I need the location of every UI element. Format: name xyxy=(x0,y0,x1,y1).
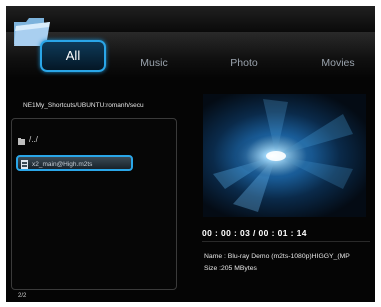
info-divider xyxy=(202,241,370,242)
folder-icon xyxy=(18,136,25,145)
tab-movies[interactable]: Movies xyxy=(312,52,364,74)
page-indicator: 2/2 xyxy=(18,293,27,299)
video-preview xyxy=(203,94,366,217)
list-item-selected-file[interactable]: x2_main@High.m2ts xyxy=(16,155,133,171)
list-item-label: /../ xyxy=(29,135,38,144)
video-file-icon xyxy=(21,160,28,170)
list-item-label: x2_main@High.m2ts xyxy=(32,161,93,168)
file-list[interactable]: /../ x2_main@High.m2ts xyxy=(11,118,177,290)
tab-all[interactable]: All xyxy=(40,40,106,72)
current-path: NE1My_Shortcuts/UBUNTU:romanh/secu xyxy=(23,102,144,109)
playback-timecode: 00 : 00 : 03 / 00 : 01 : 14 xyxy=(202,228,307,238)
tab-photo[interactable]: Photo xyxy=(218,52,270,74)
file-size-info: Size :205 MBytes xyxy=(204,265,257,272)
list-item-parent-folder[interactable]: /../ xyxy=(18,133,38,147)
media-player-screen: All Music Photo Movies NE1My_Shortcuts/U… xyxy=(6,6,375,302)
file-name-info: Name : Blu-ray Demo (m2ts-1080p)HIGGY_(M… xyxy=(204,253,350,260)
tab-music[interactable]: Music xyxy=(128,52,180,74)
light-burst-image xyxy=(213,99,353,212)
top-sheen xyxy=(6,6,375,32)
